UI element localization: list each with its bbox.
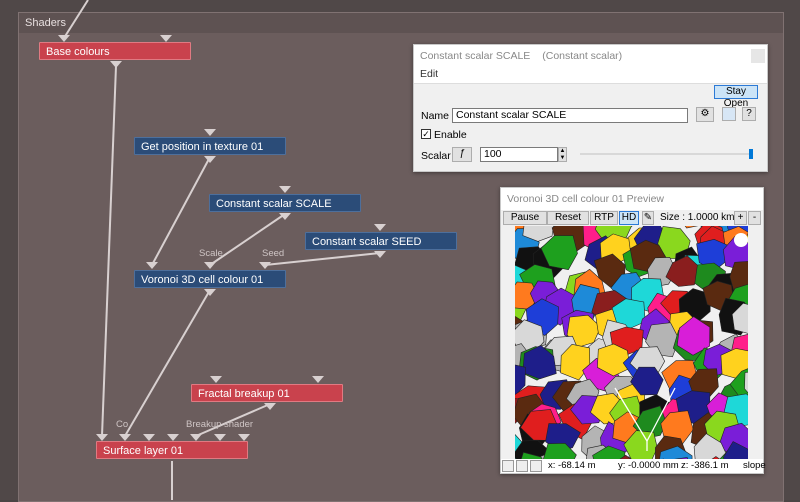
port-fractal-in2 xyxy=(312,376,324,383)
node-voronoi[interactable]: Voronoi 3D cell colour 01 xyxy=(134,270,286,288)
preview-toolbar: Pause Reset RTP HD ✎ Size : 1.0000 km + … xyxy=(501,210,763,226)
rtp-button[interactable]: RTP xyxy=(590,211,618,225)
port-label-scale: Scale xyxy=(199,248,223,259)
coord-z: z: -386.1 m xyxy=(681,460,729,471)
port-label-seed: Seed xyxy=(262,248,285,259)
preview-titlebar: Voronoi 3D cell colour 01 Preview xyxy=(501,188,763,210)
preview-image[interactable] xyxy=(515,226,748,459)
scalar-slider-track[interactable] xyxy=(580,153,752,155)
wire-voronoi-to-surface xyxy=(124,289,211,437)
zoom-out-button[interactable]: - xyxy=(748,211,761,225)
node-surface-layer[interactable]: Surface layer 01 xyxy=(96,441,248,459)
size-label: Size : 1.0000 km xyxy=(660,212,735,223)
brush-icon[interactable]: ✎ xyxy=(642,211,654,225)
port-surface-in1 xyxy=(96,434,108,441)
preview-title: Voronoi 3D cell colour 01 Preview xyxy=(507,193,664,205)
coord-y: y: -0.0000 mm xyxy=(618,460,679,471)
wire-base-to-surface xyxy=(101,65,117,437)
port-position-out xyxy=(204,156,216,163)
dialog-title: Constant scalar SCALE xyxy=(420,50,531,62)
scalar-input[interactable]: 100 xyxy=(480,147,558,162)
wire-top xyxy=(63,0,89,39)
port-fractal-in1 xyxy=(210,376,222,383)
port-base-in1 xyxy=(58,35,70,42)
node-constant-seed[interactable]: Constant scalar SEED xyxy=(305,232,457,250)
sun-icon xyxy=(734,233,748,247)
port-base-in2 xyxy=(160,35,172,42)
preview-window: Voronoi 3D cell colour 01 Preview Pause … xyxy=(500,187,766,474)
constant-scalar-dialog: Constant scalar SCALE (Constant scalar) … xyxy=(413,44,768,172)
help-button[interactable]: ? xyxy=(742,107,756,121)
scalar-slider-handle[interactable] xyxy=(749,149,753,159)
scalar-spinner[interactable]: ▲ ▼ xyxy=(558,147,567,162)
dialog-menubar: Edit xyxy=(414,67,767,84)
enable-checkbox[interactable]: ✓ xyxy=(421,129,431,139)
menu-edit[interactable]: Edit xyxy=(420,68,438,80)
port-voronoi-out xyxy=(204,289,216,296)
view-icon[interactable] xyxy=(722,107,736,121)
port-seed-in xyxy=(374,224,386,231)
fit-icon[interactable] xyxy=(516,460,528,472)
gear-icon[interactable]: ⚙ xyxy=(696,107,714,122)
node-constant-scale[interactable]: Constant scalar SCALE xyxy=(209,194,361,212)
port-voronoi-in1 xyxy=(146,262,158,269)
eye-icon[interactable] xyxy=(502,460,514,472)
port-position-in xyxy=(204,129,216,136)
close-icon[interactable] xyxy=(751,49,765,63)
zoom-in-button[interactable]: + xyxy=(734,211,747,225)
scalar-label: Scalar xyxy=(421,150,451,162)
slope-label: slope xyxy=(743,460,766,471)
enable-label: Enable xyxy=(434,129,467,141)
port-label-co: Co xyxy=(116,419,129,430)
dialog-titlebar: Constant scalar SCALE (Constant scalar) xyxy=(414,45,767,67)
node-get-position[interactable]: Get position in texture 01 xyxy=(134,137,286,155)
port-voronoi-in2 xyxy=(204,262,216,269)
port-label-breakup: Breakup shader xyxy=(186,419,254,430)
port-seed-out xyxy=(374,251,386,258)
name-field[interactable]: Constant scalar SCALE xyxy=(452,108,688,123)
node-base-colours[interactable]: Base colours xyxy=(39,42,191,60)
coord-x: x: -68.14 m xyxy=(548,460,596,471)
stay-open-button[interactable]: Stay Open xyxy=(714,85,758,109)
reset-button[interactable]: Reset xyxy=(547,211,589,225)
preview-statusbar: x: -68.14 m y: -0.0000 mm z: -386.1 m sl… xyxy=(501,459,766,473)
port-base-out xyxy=(110,61,122,68)
port-scale-in xyxy=(279,186,291,193)
node-fractal-breakup[interactable]: Fractal breakup 01 xyxy=(191,384,343,402)
dialog-subtitle: (Constant scalar) xyxy=(542,50,623,62)
pause-button[interactable]: Pause xyxy=(503,211,547,225)
hd-button[interactable]: HD xyxy=(619,211,639,225)
function-icon[interactable]: ƒ xyxy=(452,147,472,162)
camera-gizmo xyxy=(614,233,748,451)
name-label: Name xyxy=(421,110,450,122)
terrain-icon[interactable] xyxy=(530,460,542,472)
